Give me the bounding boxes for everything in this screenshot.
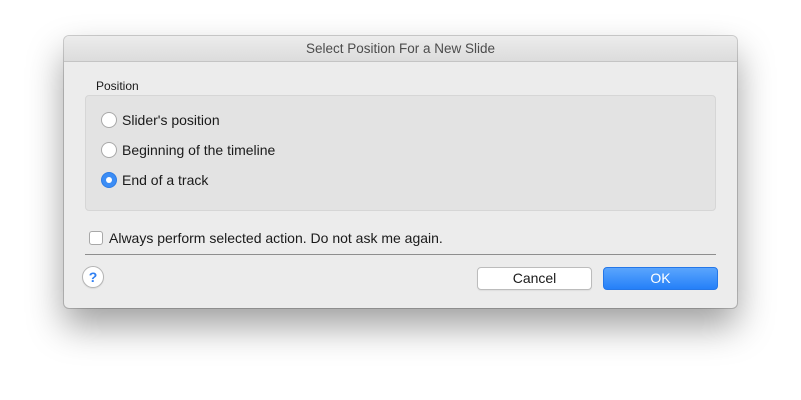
ok-button[interactable]: OK xyxy=(603,267,718,290)
option-sliders-position[interactable]: Slider's position xyxy=(101,110,220,130)
radio-button-selected-icon[interactable] xyxy=(101,172,117,188)
select-position-dialog: Select Position For a New Slide Position… xyxy=(64,36,737,308)
question-mark-icon: ? xyxy=(88,269,98,285)
help-button[interactable]: ? xyxy=(82,266,104,288)
option-label: Beginning of the timeline xyxy=(122,142,276,158)
position-group-box: Slider's position Beginning of the timel… xyxy=(85,95,716,211)
option-end-of-track[interactable]: End of a track xyxy=(101,170,208,190)
option-label: Slider's position xyxy=(122,112,220,128)
checkbox-icon[interactable] xyxy=(89,231,103,245)
dialog-title: Select Position For a New Slide xyxy=(64,36,737,62)
position-group-label: Position xyxy=(96,79,139,93)
radio-button-icon[interactable] xyxy=(101,142,117,158)
radio-button-icon[interactable] xyxy=(101,112,117,128)
cancel-button[interactable]: Cancel xyxy=(477,267,592,290)
separator xyxy=(85,254,716,255)
option-beginning-of-timeline[interactable]: Beginning of the timeline xyxy=(101,140,275,160)
always-perform-checkbox-row[interactable]: Always perform selected action. Do not a… xyxy=(89,228,443,248)
option-label: End of a track xyxy=(122,172,209,188)
always-perform-label: Always perform selected action. Do not a… xyxy=(109,230,443,246)
